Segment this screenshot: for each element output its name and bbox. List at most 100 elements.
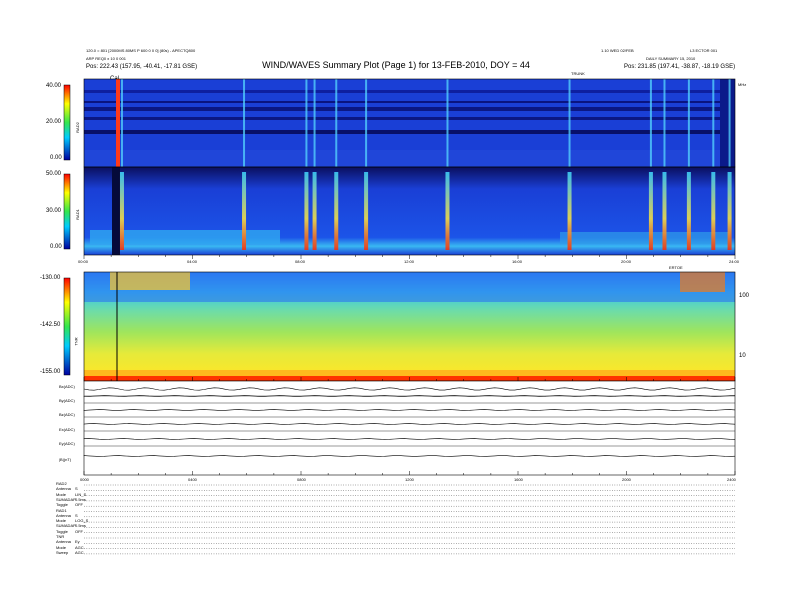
footer-row-key: Antenna <box>56 539 71 545</box>
lineplots-frame <box>83 380 736 476</box>
rad2-lower-band <box>84 150 735 167</box>
footer-row-key: Antenna <box>56 512 71 518</box>
rad2-burst <box>313 79 316 167</box>
rad2-colorbar <box>63 84 71 161</box>
line-label-bz: Bz(ADC) <box>59 412 75 417</box>
rad1-burst <box>334 172 339 250</box>
line-label-bx: Bx(ADC) <box>59 384 75 389</box>
rad2-burst <box>728 79 731 167</box>
footer-row-key: Antenna <box>56 486 71 492</box>
footer-row-key: SUMADAP <box>56 496 76 502</box>
footer-row-key: TNR <box>56 534 65 539</box>
event-label: ERTOE <box>669 265 683 270</box>
rad2-tick-mid: 20.00 <box>46 119 62 125</box>
footer-row-key: Mode <box>56 491 67 497</box>
rad1-dark-strip <box>112 167 120 255</box>
rad1-panel <box>84 167 735 255</box>
tnr-orange-band <box>84 370 735 376</box>
rad1-burst <box>445 172 450 250</box>
rad2-burst <box>663 79 666 167</box>
rad1-burst <box>567 172 572 250</box>
rad1-burst <box>242 172 247 250</box>
tnr-tick-mid: -142.50 <box>40 322 61 328</box>
rad1-noise-floor-2 <box>560 232 730 244</box>
footer-row-key: RAD1 <box>56 507 67 513</box>
time-label-top-5: 20:00 <box>621 259 632 264</box>
rad2-burst <box>649 79 652 167</box>
time-label-bottom-2: 0800 <box>297 477 306 482</box>
footer-row-key: Sweep <box>56 549 69 555</box>
rad2-panel <box>84 79 735 167</box>
footer-row-key: Toggle <box>56 528 68 534</box>
rad1-burst <box>711 172 716 250</box>
rad1-burst <box>119 172 124 250</box>
time-label-bottom-5: 2000 <box>622 477 631 482</box>
tnr-hot-left <box>110 272 190 290</box>
tnr-panel <box>84 272 735 381</box>
rad2-cal-strip <box>116 79 120 167</box>
tnr-tick-bottom: -155.00 <box>40 369 61 375</box>
footer-row-key: RAD2 <box>56 481 67 486</box>
rad2-burst <box>568 79 571 167</box>
footer-row-key: Toggle <box>56 502 68 508</box>
time-label-bottom-1: 0400 <box>188 477 197 482</box>
rad2-band-1 <box>84 90 735 93</box>
time-label-bottom-0: 0000 <box>80 477 89 482</box>
rad1-burst <box>662 172 667 250</box>
line-label-by: By(ADC) <box>59 398 75 403</box>
rad2-burst <box>335 79 338 167</box>
tnr-hot-right <box>680 272 725 292</box>
summary-plot <box>63 78 736 555</box>
rad2-burst <box>365 79 368 167</box>
rad2-band-2 <box>84 101 735 103</box>
rad1-tick-bottom: 0.00 <box>50 244 62 250</box>
rad2-burst <box>120 79 123 167</box>
rad2-burst <box>243 79 246 167</box>
footer-row-key: Mode <box>56 544 67 550</box>
rad2-label: RAD2 <box>74 122 80 133</box>
line-label-ex: Ex(ADC) <box>59 427 75 432</box>
rad2-tick-top: 40.00 <box>46 83 62 89</box>
rad2-tick-bottom: 0.00 <box>50 155 62 161</box>
rad2-burst <box>712 79 715 167</box>
footer-row-value: AGC <box>75 549 84 555</box>
tnr-colorbar <box>63 277 71 376</box>
tnr-label: TNR <box>73 337 79 346</box>
footer-row-key: Mode <box>56 518 67 524</box>
time-label-bottom-6: 2400 <box>727 477 736 482</box>
rad1-burst <box>686 172 691 250</box>
tnr-right-tick-2: 10 <box>739 353 746 359</box>
rad1-burst <box>364 172 369 250</box>
rad1-burst <box>727 172 732 250</box>
rad2-band-5 <box>84 130 735 134</box>
footer-row-value: OFF <box>75 528 83 534</box>
time-label-bottom-3: 1200 <box>405 477 414 482</box>
rad1-tick-top: 50.00 <box>46 171 62 177</box>
line-label-b: |B|(nT) <box>59 457 72 462</box>
rad1-label: RAD1 <box>74 209 80 220</box>
rad1-burst <box>304 172 309 250</box>
time-label-top-1: 04:00 <box>187 259 198 264</box>
rad2-band-3 <box>84 107 735 111</box>
rad1-burst <box>312 172 317 250</box>
rad2-burst <box>687 79 690 167</box>
tnr-tick-top: -130.00 <box>40 275 61 281</box>
time-label-top-6: 24:00 <box>729 259 740 264</box>
footer-row-key: SUMADAP <box>56 523 76 529</box>
rad2-dark-right <box>720 79 735 167</box>
rad1-tick-mid: 30.00 <box>46 208 62 214</box>
tnr-right-tick-1: 100 <box>739 293 750 299</box>
footer-row-value: OFF <box>75 502 83 508</box>
footer-dotted-lines <box>84 484 735 555</box>
line-label-ey: Ey(ADC) <box>59 441 75 446</box>
rad2-burst <box>446 79 449 167</box>
time-label-bottom-4: 1600 <box>514 477 523 482</box>
time-label-top-2: 08:00 <box>295 259 306 264</box>
rad1-colorbar <box>63 173 71 250</box>
time-label-top-3: 12:00 <box>404 259 415 264</box>
time-label-top-4: 16:00 <box>512 259 523 264</box>
time-label-top-0: 00:00 <box>78 259 89 264</box>
rad1-burst <box>648 172 653 250</box>
rad2-burst <box>305 79 308 167</box>
rad2-band-4 <box>84 117 735 120</box>
